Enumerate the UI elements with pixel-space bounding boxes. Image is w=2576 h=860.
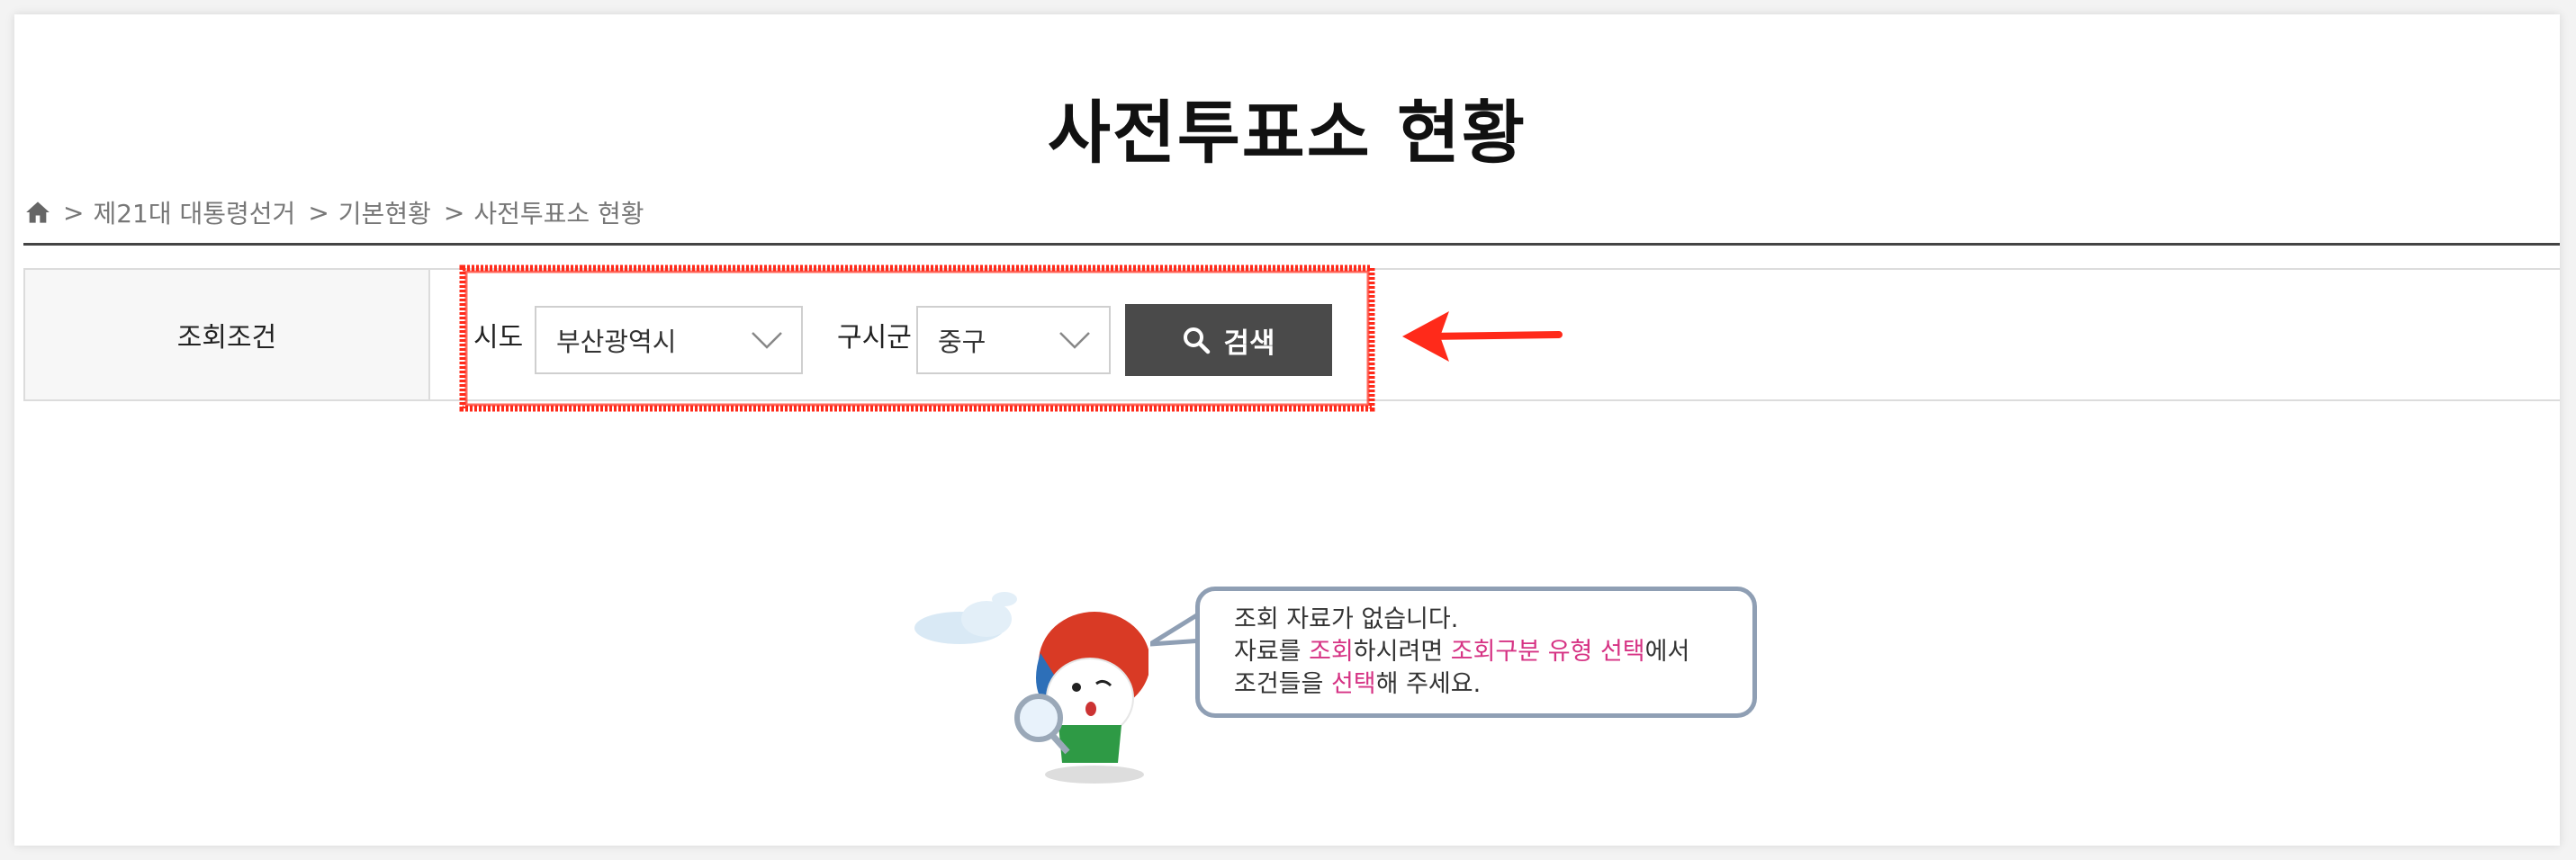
highlight-text: 조회	[1309, 638, 1354, 666]
breadcrumb-item-election[interactable]: 제21대 대통령선거	[93, 194, 295, 230]
breadcrumb-separator: >	[308, 197, 329, 228]
annotation-highlight-box	[459, 264, 1375, 412]
empty-state-line-2: 자료를 조회하시려면 조회구분 유형 선택에서	[1234, 636, 1718, 668]
highlight-text: 선택	[1330, 670, 1376, 698]
highlight-text: 조회구분 유형 선택	[1450, 638, 1645, 666]
breadcrumb-item-current: 사전투표소 현황	[473, 199, 644, 228]
text-segment: 에서	[1644, 638, 1690, 666]
breadcrumb-separator: >	[443, 197, 465, 228]
page-title: 사전투표소 현황	[1048, 93, 1527, 173]
annotation-arrow-icon	[1402, 311, 1563, 362]
title-divider	[23, 243, 2560, 246]
home-icon[interactable]	[25, 201, 50, 224]
search-conditions-label: 조회조건	[23, 270, 430, 399]
empty-state-line-3: 조건들을 선택해 주세요.	[1234, 668, 1718, 701]
page-card: 사전투표소 현황 > 제21대 대통령선거 > 기본현황 > 사전투표소 현황 …	[14, 14, 2560, 846]
breadcrumb-item-basic-status[interactable]: 기본현황	[338, 194, 431, 230]
text-segment: 조건들을	[1234, 670, 1331, 698]
mascot-illustration	[914, 592, 1148, 784]
breadcrumb: > 제21대 대통령선거 > 기본현황 > 사전투표소 현황	[25, 193, 644, 232]
empty-state-message: 조회 자료가 없습니다. 자료를 조회하시려면 조회구분 유형 선택에서 조건들…	[1195, 587, 1757, 718]
text-segment: 하시려면	[1353, 638, 1451, 666]
empty-state-line-1: 조회 자료가 없습니다.	[1234, 605, 1459, 633]
text-segment: 해 주세요.	[1375, 670, 1482, 698]
breadcrumb-separator: >	[63, 197, 85, 228]
text-segment: 자료를	[1234, 638, 1310, 666]
